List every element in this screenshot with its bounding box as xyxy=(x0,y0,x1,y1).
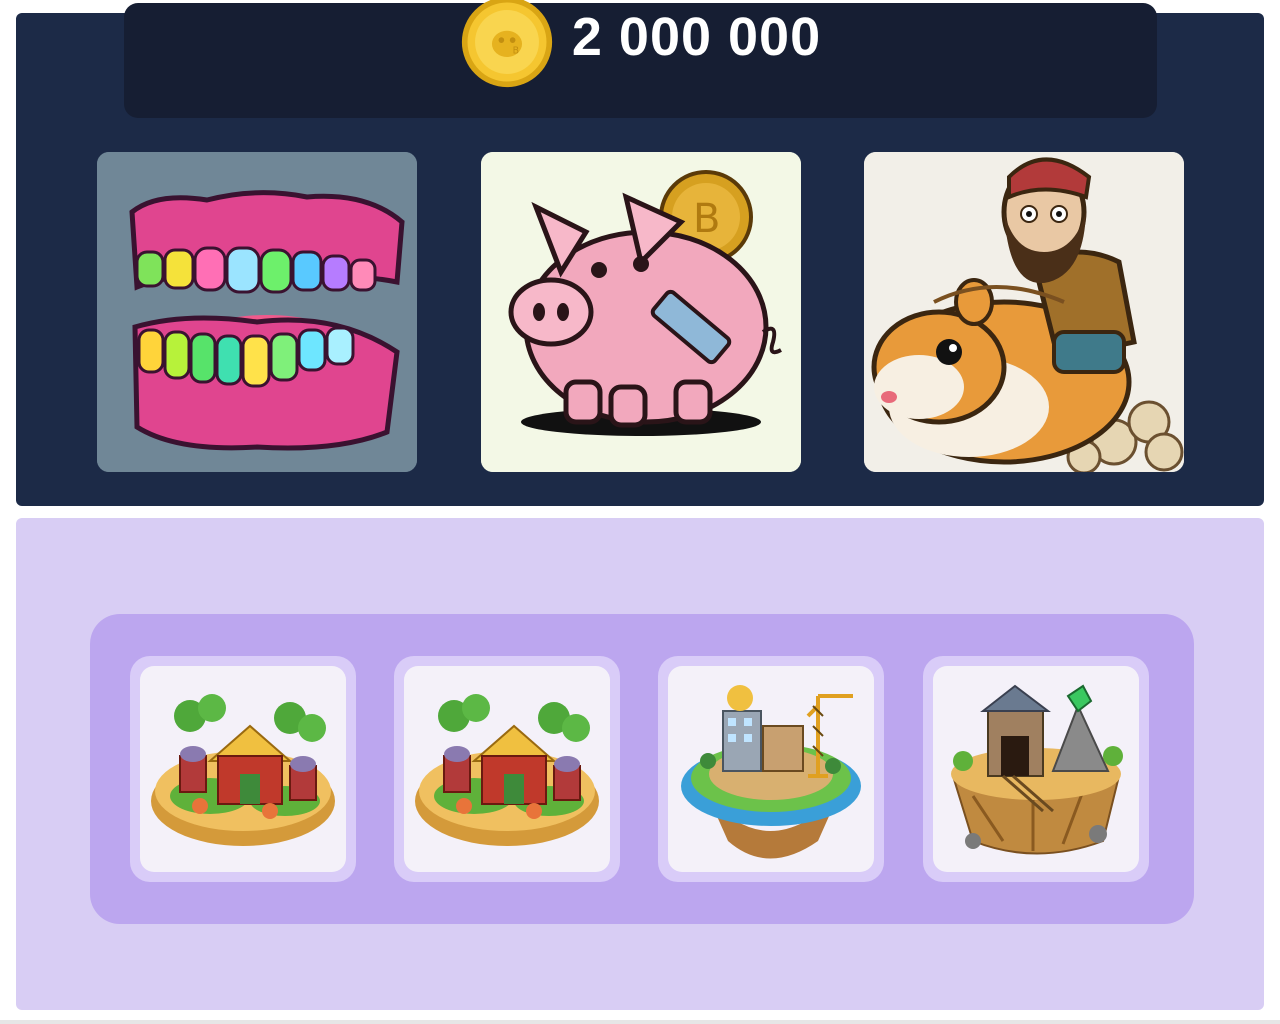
bottom-panel xyxy=(16,518,1264,1010)
farm-island-illustration xyxy=(151,694,335,846)
balance-row: B 2 000 000 xyxy=(124,0,1157,93)
construction-island-illustration xyxy=(681,685,861,859)
mine-island-illustration xyxy=(951,684,1123,855)
island-tray xyxy=(90,614,1194,924)
balance-card: B 2 000 000 xyxy=(124,0,1157,118)
island-slot-city[interactable] xyxy=(658,656,884,882)
island-slot-farm[interactable] xyxy=(130,656,356,882)
island-slot-farm[interactable] xyxy=(394,656,620,882)
balance-amount: 2 000 000 xyxy=(571,7,822,67)
svg-text:B: B xyxy=(513,45,519,56)
island-slot-inner xyxy=(404,666,610,872)
island-slot-mine[interactable] xyxy=(923,656,1149,882)
svg-text:B: B xyxy=(693,196,720,242)
rainbow-teeth-illustration xyxy=(97,152,417,472)
card-piggy-bank[interactable]: B xyxy=(481,152,801,472)
man-riding-hamster-illustration xyxy=(864,152,1184,472)
card-rainbow-teeth[interactable] xyxy=(97,152,417,472)
top-panel: B 2 000 000 B xyxy=(16,0,1264,506)
island-slot-inner xyxy=(668,666,874,872)
island-slot-inner xyxy=(933,666,1139,872)
card-hamster-rider[interactable] xyxy=(864,152,1184,472)
broken-piggy-bank-illustration: B xyxy=(481,152,801,472)
bottom-divider xyxy=(0,1020,1280,1024)
island-slot-inner xyxy=(140,666,346,872)
farm-island-illustration xyxy=(415,694,599,846)
gold-coin-icon: B xyxy=(461,0,552,88)
